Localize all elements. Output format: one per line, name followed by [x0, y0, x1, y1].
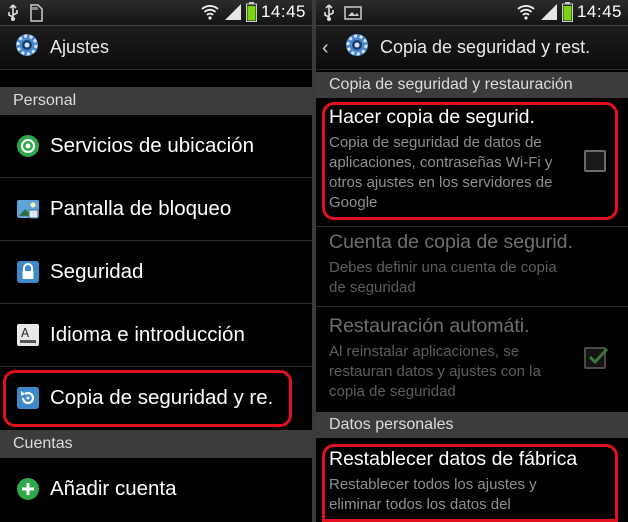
pref-summary: Copia de seguridad de datos de aplicacio… — [329, 134, 553, 211]
settings-screen: 14:45 Ajustes Personal Servicios de ubic… — [0, 0, 312, 522]
menu-item-security[interactable]: Seguridad — [0, 241, 312, 303]
menu-item-location-services[interactable]: Servicios de ubicación — [0, 115, 312, 177]
divider — [316, 226, 628, 227]
auto-restore-checkbox — [584, 347, 609, 369]
section-header-accounts: Cuentas — [0, 430, 312, 458]
usb-icon — [4, 4, 22, 22]
battery-icon — [245, 2, 257, 22]
menu-item-lock-screen[interactable]: Pantalla de bloqueo — [0, 178, 312, 240]
pref-title: Restablecer datos de fábrica — [329, 448, 578, 470]
svg-text:A: A — [21, 326, 30, 340]
pref-summary: Restablecer todos los ajustes y eliminar… — [329, 476, 537, 513]
settings-gear-icon[interactable] — [342, 30, 372, 65]
clock-time: 14:45 — [576, 2, 622, 21]
back-chevron-icon[interactable]: ‹ — [322, 38, 336, 58]
pref-title: Restauración automáti. — [329, 315, 530, 337]
pref-factory-reset[interactable]: Restablecer datos de fábrica Restablecer… — [316, 448, 628, 522]
action-bar: Ajustes — [0, 26, 312, 70]
pref-title: Cuenta de copia de segurid. — [329, 231, 573, 253]
menu-item-label: Pantalla de bloqueo — [50, 197, 232, 220]
backup-restore-icon — [16, 386, 40, 410]
lock-screen-icon — [16, 197, 40, 221]
signal-icon — [224, 3, 242, 21]
menu-item-label: Idioma e introducción — [50, 323, 245, 346]
clock-time: 14:45 — [260, 2, 306, 21]
section-header-personal: Personal — [0, 87, 312, 115]
pref-backup-data[interactable]: Hacer copia de segurid. Copia de segurid… — [316, 106, 628, 220]
pref-title: Hacer copia de segurid. — [329, 106, 535, 128]
pref-summary: Debes definir una cuenta de copia de seg… — [329, 259, 557, 296]
menu-item-label: Seguridad — [50, 260, 144, 283]
wifi-icon — [516, 3, 536, 21]
section-header-personal-data: Datos personales — [316, 412, 628, 438]
usb-icon — [320, 4, 338, 22]
divider — [316, 306, 628, 307]
status-bar: 14:45 — [316, 0, 628, 26]
wifi-icon — [200, 3, 220, 21]
location-icon — [16, 134, 40, 158]
section-header-backup: Copia de seguridad y restauración — [316, 72, 628, 98]
page-title: Copia de seguridad y rest. — [380, 37, 591, 57]
screenshot-icon — [344, 4, 362, 22]
pref-summary: Al reinstalar aplicaciones, se restauran… — [329, 343, 541, 400]
menu-item-backup-restore[interactable]: Copia de seguridad y re. — [0, 367, 312, 429]
sd-card-icon — [28, 4, 44, 22]
battery-icon — [561, 2, 573, 22]
pref-backup-account: Cuenta de copia de segurid. Debes defini… — [316, 231, 628, 301]
checkmark-icon — [588, 347, 609, 365]
page-title: Ajustes — [50, 37, 110, 57]
menu-item-language-input[interactable]: A Idioma e introducción — [0, 304, 312, 366]
menu-item-label: Servicios de ubicación — [50, 134, 254, 157]
security-lock-icon — [16, 260, 40, 284]
menu-item-label: Copia de seguridad y re. — [50, 386, 274, 409]
action-bar[interactable]: ‹ Copia de seguridad y rest. — [316, 26, 628, 70]
backup-data-checkbox[interactable] — [584, 150, 606, 172]
signal-icon — [540, 3, 558, 21]
pref-auto-restore: Restauración automáti. Al reinstalar apl… — [316, 315, 628, 407]
menu-item-label: Añadir cuenta — [50, 477, 177, 500]
language-keyboard-icon: A — [16, 323, 40, 347]
status-bar: 14:45 — [0, 0, 312, 26]
menu-item-add-account[interactable]: Añadir cuenta — [0, 458, 312, 520]
settings-gear-icon[interactable] — [12, 30, 42, 65]
add-account-icon — [16, 477, 40, 501]
backup-settings-screen: 14:45 ‹ Copia de seguridad y rest. Copia… — [316, 0, 628, 522]
